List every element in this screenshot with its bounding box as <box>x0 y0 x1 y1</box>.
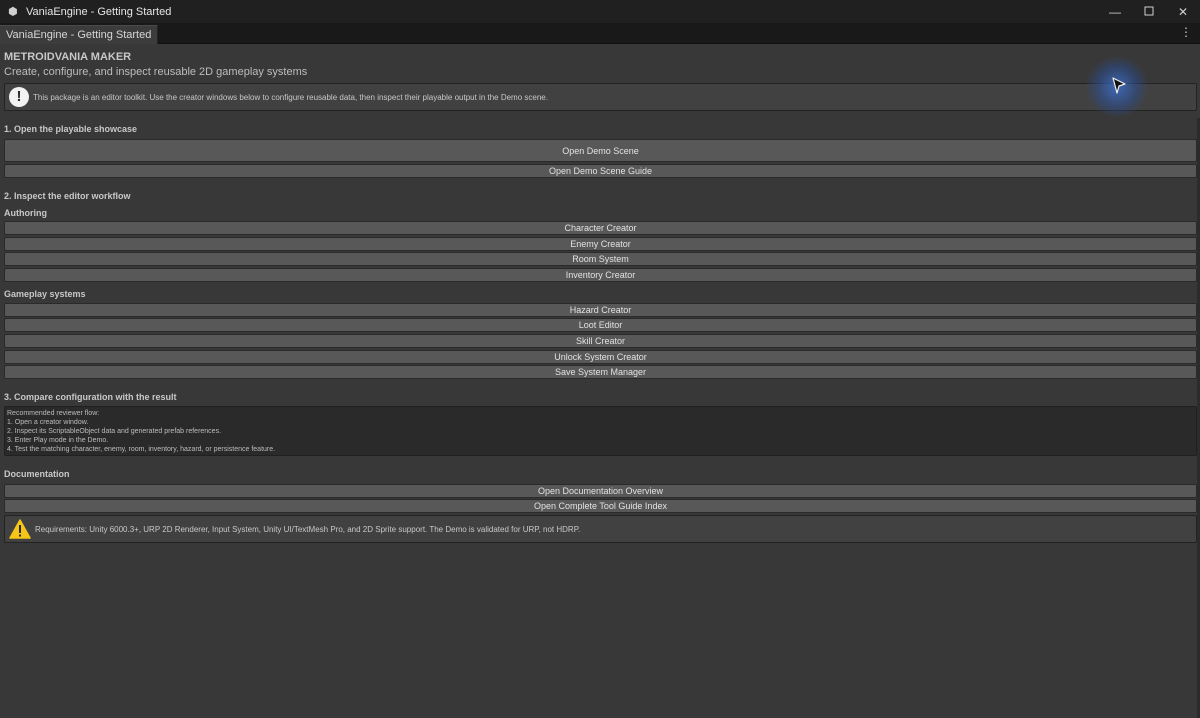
maximize-button[interactable] <box>1132 0 1166 23</box>
enemy-creator-button[interactable]: Enemy Creator <box>4 237 1197 251</box>
unlock-system-creator-button[interactable]: Unlock System Creator <box>4 350 1197 364</box>
mouse-cursor-icon <box>1112 77 1126 94</box>
warning-icon <box>9 519 31 539</box>
window-controls: — ✕ <box>1098 0 1200 23</box>
flow-line: 2. Inspect its ScriptableObject data and… <box>7 428 222 435</box>
documentation-title: Documentation <box>4 469 70 479</box>
info-icon: ! <box>9 87 29 107</box>
reviewer-flow-text-area[interactable]: Recommended reviewer flow: 1. Open a cre… <box>4 406 1197 456</box>
window-title: VaniaEngine - Getting Started <box>26 5 172 18</box>
loot-editor-button[interactable]: Loot Editor <box>4 318 1197 332</box>
room-system-button[interactable]: Room System <box>4 252 1197 266</box>
window-title-bar: ⬢ VaniaEngine - Getting Started — ✕ <box>0 0 1200 23</box>
skill-creator-button[interactable]: Skill Creator <box>4 334 1197 348</box>
save-system-manager-button[interactable]: Save System Manager <box>4 365 1197 379</box>
flow-line: 4. Test the matching character, enemy, r… <box>7 446 276 453</box>
close-icon: ✕ <box>1177 4 1189 19</box>
tab-label: VaniaEngine - Getting Started <box>6 29 152 41</box>
minimize-icon: — <box>1109 4 1121 19</box>
minimize-button[interactable]: — <box>1098 0 1132 23</box>
requirements-text: Requirements: Unity 6000.3+, URP 2D Rend… <box>35 524 581 534</box>
page-subtitle: Create, configure, and inspect reusable … <box>4 66 308 78</box>
open-demo-scene-button[interactable]: Open Demo Scene <box>4 139 1197 162</box>
authoring-label: Authoring <box>4 208 47 218</box>
page-title: METROIDVANIA MAKER <box>4 51 132 63</box>
requirements-help-box: Requirements: Unity 6000.3+, URP 2D Rend… <box>4 515 1197 543</box>
tab-strip: VaniaEngine - Getting Started ⋮ <box>0 23 1200 44</box>
open-documentation-overview-button[interactable]: Open Documentation Overview <box>4 484 1197 498</box>
gameplay-systems-label: Gameplay systems <box>4 289 86 299</box>
section-1-title: 1. Open the playable showcase <box>4 124 138 134</box>
open-tool-guide-index-button[interactable]: Open Complete Tool Guide Index <box>4 499 1197 513</box>
maximize-icon <box>1144 5 1154 19</box>
info-help-box: ! This package is an editor toolkit. Use… <box>4 83 1197 111</box>
kebab-menu-icon[interactable]: ⋮ <box>1180 25 1192 39</box>
tab-getting-started[interactable]: VaniaEngine - Getting Started <box>0 25 159 44</box>
hazard-creator-button[interactable]: Hazard Creator <box>4 303 1197 317</box>
section-2-title: 2. Inspect the editor workflow <box>4 191 131 201</box>
info-text: This package is an editor toolkit. Use t… <box>33 92 548 102</box>
inventory-creator-button[interactable]: Inventory Creator <box>4 268 1197 282</box>
section-3-title: 3. Compare configuration with the result <box>4 392 177 402</box>
character-creator-button[interactable]: Character Creator <box>4 221 1197 235</box>
flow-line: Recommended reviewer flow: <box>7 410 100 417</box>
flow-line: 1. Open a creator window. <box>7 419 89 426</box>
open-demo-scene-guide-button[interactable]: Open Demo Scene Guide <box>4 164 1197 178</box>
close-button[interactable]: ✕ <box>1166 0 1200 23</box>
unity-logo-icon: ⬢ <box>8 5 18 18</box>
flow-line: 3. Enter Play mode in the Demo. <box>7 437 109 444</box>
